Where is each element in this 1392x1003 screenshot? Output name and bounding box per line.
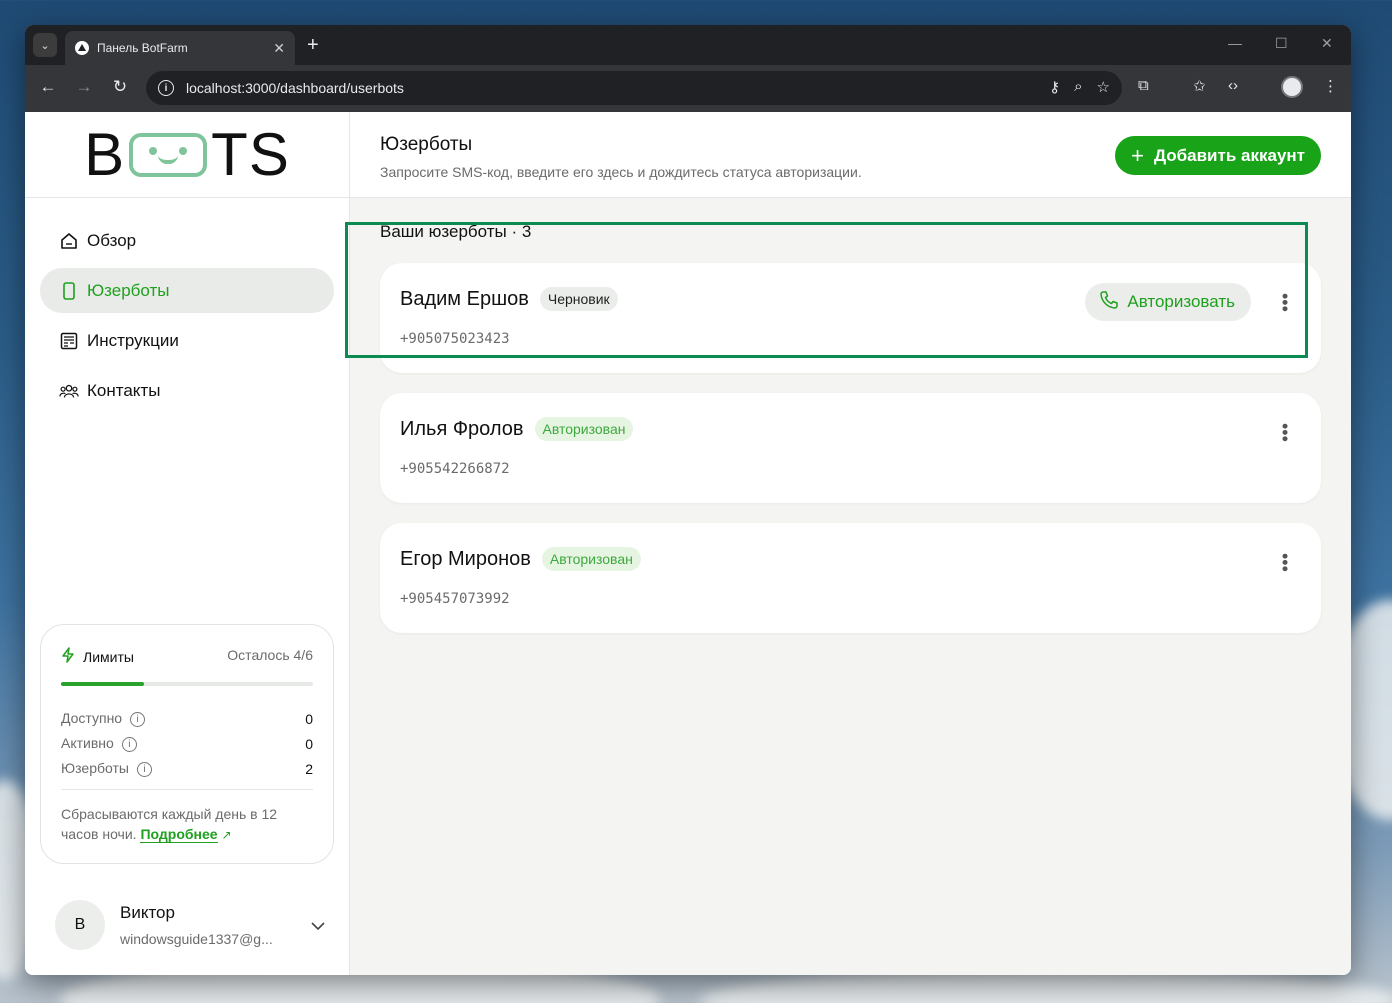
close-tab-icon[interactable]: ✕ (273, 40, 285, 57)
extensions-icon[interactable]: ⧉ (1138, 77, 1149, 94)
favicon-icon (75, 41, 89, 55)
userbot-phone: +905457073992 (400, 591, 510, 607)
userbot-phone: +905075023423 (400, 331, 510, 347)
maximize-icon[interactable]: ☐ (1275, 35, 1288, 52)
userbot-card[interactable]: Илья Фролов Авторизован +905542266872 ••… (380, 393, 1321, 503)
limits-row-label: Активно (61, 735, 114, 752)
logo: B TS (84, 120, 290, 189)
limits-remaining: Осталось 4/6 (227, 647, 313, 663)
userbot-phone: +905542266872 (400, 461, 510, 477)
reload-icon[interactable]: ↻ (109, 77, 131, 97)
limits-row-available: Доступно i 0 (61, 706, 313, 731)
limits-row-value: 2 (305, 760, 313, 777)
phone-call-icon (1099, 290, 1119, 315)
user-menu[interactable]: В Виктор windowsguide1337@g... (55, 900, 325, 950)
profile-avatar-icon[interactable] (1281, 76, 1303, 98)
bookmark-star-icon[interactable]: ☆ (1097, 78, 1110, 96)
limits-row-value: 0 (305, 735, 313, 752)
section-title: Ваши юзерботы · 3 (380, 222, 532, 241)
tab-search-button[interactable]: ⌄ (33, 33, 57, 57)
status-badge: Черновик (539, 287, 618, 311)
bookmarks-icon[interactable]: ✩ (1193, 77, 1206, 95)
authorize-label: Авторизовать (1127, 292, 1235, 311)
main-content: Юзерботы Запросите SMS-код, введите его … (350, 112, 1351, 975)
browser-tab[interactable]: Панель BotFarm ✕ (65, 31, 295, 65)
user-name: Виктор (120, 903, 175, 922)
divider (61, 789, 313, 790)
user-email: windowsguide1337@g... (120, 931, 273, 947)
add-account-label: Добавить аккаунт (1153, 145, 1305, 165)
authorize-button[interactable]: Авторизовать (1085, 283, 1251, 321)
sidebar: B TS Обзор Юзерботы Инструкции Контакты … (25, 112, 350, 975)
userbot-card[interactable]: Вадим Ершов Черновик +905075023423 Автор… (380, 263, 1321, 373)
limits-row-value: 0 (305, 710, 313, 727)
page-header: Юзерботы Запросите SMS-код, введите его … (350, 112, 1351, 198)
sidebar-nav: Обзор Юзерботы Инструкции Контакты (25, 198, 349, 413)
page-subtitle: Запросите SMS-код, введите его здесь и д… (380, 164, 862, 180)
people-icon (59, 383, 79, 399)
userbot-name: Егор Миронов (400, 547, 531, 570)
forward-icon[interactable]: → (73, 77, 95, 97)
limits-note: Сбрасываются каждый день в 12 часов ночи… (61, 804, 313, 845)
limits-row-active: Активно i 0 (61, 731, 313, 756)
limits-row-label: Доступно (61, 710, 123, 727)
more-options-icon[interactable]: ••• (1275, 293, 1295, 312)
external-arrow-icon: ↗ (221, 828, 232, 842)
logo-letter: B (84, 121, 126, 188)
tab-title: Панель BotFarm (97, 41, 188, 55)
lightning-icon (61, 647, 75, 666)
status-badge: Авторизован (541, 547, 641, 571)
site-info-icon[interactable]: i (158, 80, 174, 96)
limits-panel: Лимиты Осталось 4/6 Доступно i 0 Активно i… (40, 624, 334, 864)
url-text: localhost:3000/dashboard/userbots (186, 80, 404, 96)
limits-row-label: Юзерботы (61, 760, 129, 777)
sidebar-item-label: Контакты (87, 380, 161, 400)
sidebar-item-overview[interactable]: Обзор (40, 218, 334, 263)
info-icon[interactable]: i (136, 761, 152, 777)
app: B TS Обзор Юзерботы Инструкции Контакты … (25, 112, 1351, 975)
limits-progress-fill (61, 682, 145, 686)
home-icon (59, 232, 79, 250)
minimize-icon[interactable]: — (1228, 35, 1242, 51)
logo-area[interactable]: B TS (25, 112, 349, 198)
more-options-icon[interactable]: ••• (1275, 423, 1295, 442)
status-badge: Авторизован (534, 417, 634, 441)
limits-row-userbots: Юзерботы i 2 (61, 756, 313, 781)
page-title: Юзерботы (380, 134, 473, 155)
chevron-down-icon[interactable] (311, 917, 325, 933)
sidebar-item-contacts[interactable]: Контакты (40, 368, 334, 413)
limits-progress-bar (61, 682, 313, 686)
back-icon[interactable]: ← (37, 77, 59, 97)
add-account-button[interactable]: + Добавить аккаунт (1115, 136, 1321, 175)
logo-letters: TS (211, 121, 290, 188)
devtools-icon[interactable]: ‹› (1228, 77, 1238, 94)
phone-icon (59, 281, 79, 300)
zoom-icon[interactable]: ⌕ (1074, 78, 1082, 96)
menu-kebab-icon[interactable]: ⋮ (1323, 77, 1338, 95)
robot-face-icon (129, 132, 208, 177)
userbot-name: Илья Фролов (400, 417, 524, 440)
browser-toolbar: ← → ↻ i localhost:3000/dashboard/userbot… (25, 65, 1351, 112)
info-icon[interactable]: i (130, 711, 146, 727)
sidebar-item-userbots[interactable]: Юзерботы (40, 268, 334, 313)
document-icon (59, 332, 79, 350)
new-tab-icon[interactable]: + (307, 33, 319, 57)
more-options-icon[interactable]: ••• (1275, 553, 1295, 572)
sidebar-item-label: Инструкции (87, 330, 179, 350)
avatar: В (55, 900, 105, 950)
userbot-name: Вадим Ершов (400, 287, 529, 310)
info-icon[interactable]: i (121, 736, 137, 752)
sidebar-item-instructions[interactable]: Инструкции (40, 318, 334, 363)
address-bar[interactable]: i localhost:3000/dashboard/userbots ⚷ ⌕ … (146, 71, 1122, 105)
userbot-card[interactable]: Егор Миронов Авторизован +905457073992 •… (380, 523, 1321, 633)
limits-title: Лимиты (83, 648, 134, 665)
more-link[interactable]: Подробнее (140, 826, 218, 843)
plus-icon: + (1131, 142, 1144, 168)
browser-window: ⌄ Панель BotFarm ✕ + — ☐ ✕ ← → ↻ i local… (25, 25, 1351, 975)
sidebar-item-label: Обзор (87, 230, 137, 250)
window-close-icon[interactable]: ✕ (1321, 35, 1333, 52)
sidebar-item-label: Юзерботы (87, 280, 170, 300)
password-key-icon[interactable]: ⚷ (1049, 78, 1060, 96)
tab-strip: ⌄ Панель BotFarm ✕ + — ☐ ✕ (25, 25, 1351, 65)
